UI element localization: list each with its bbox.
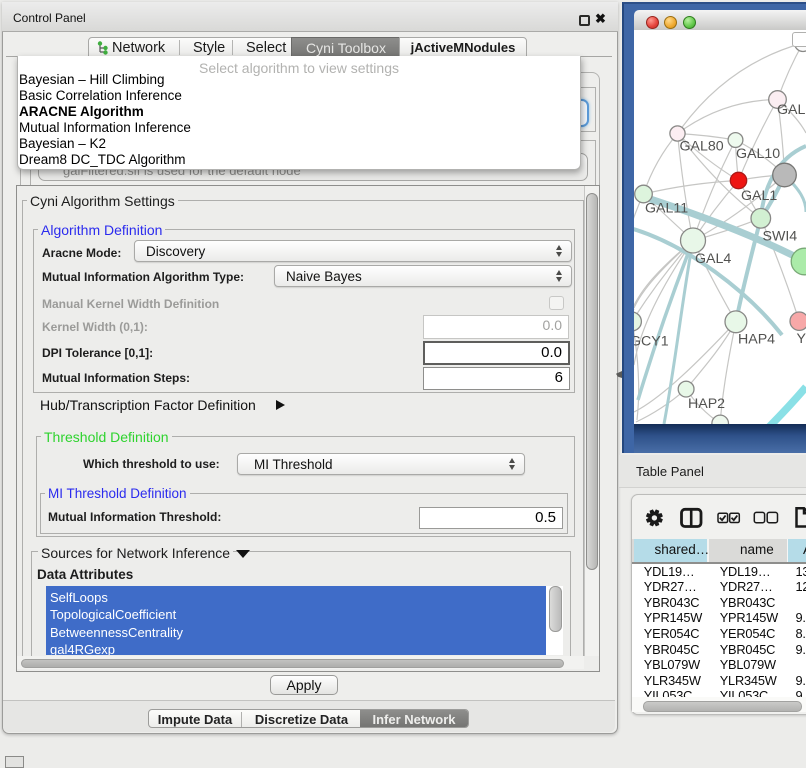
svg-text:GAL11: GAL11 [645,201,688,217]
svg-text:HAP2: HAP2 [688,396,725,412]
svg-text:Y: Y [797,331,806,347]
svg-text:SWI4: SWI4 [763,229,798,245]
svg-text:GAL1: GAL1 [741,188,777,204]
svg-text:GAL10: GAL10 [736,146,780,162]
svg-text:GAL: GAL [777,102,805,118]
svg-text:HAP4: HAP4 [738,332,775,348]
svg-text:GAL80: GAL80 [680,139,724,155]
svg-text:GCY1: GCY1 [634,334,669,350]
svg-text:GAL4: GAL4 [695,251,731,267]
